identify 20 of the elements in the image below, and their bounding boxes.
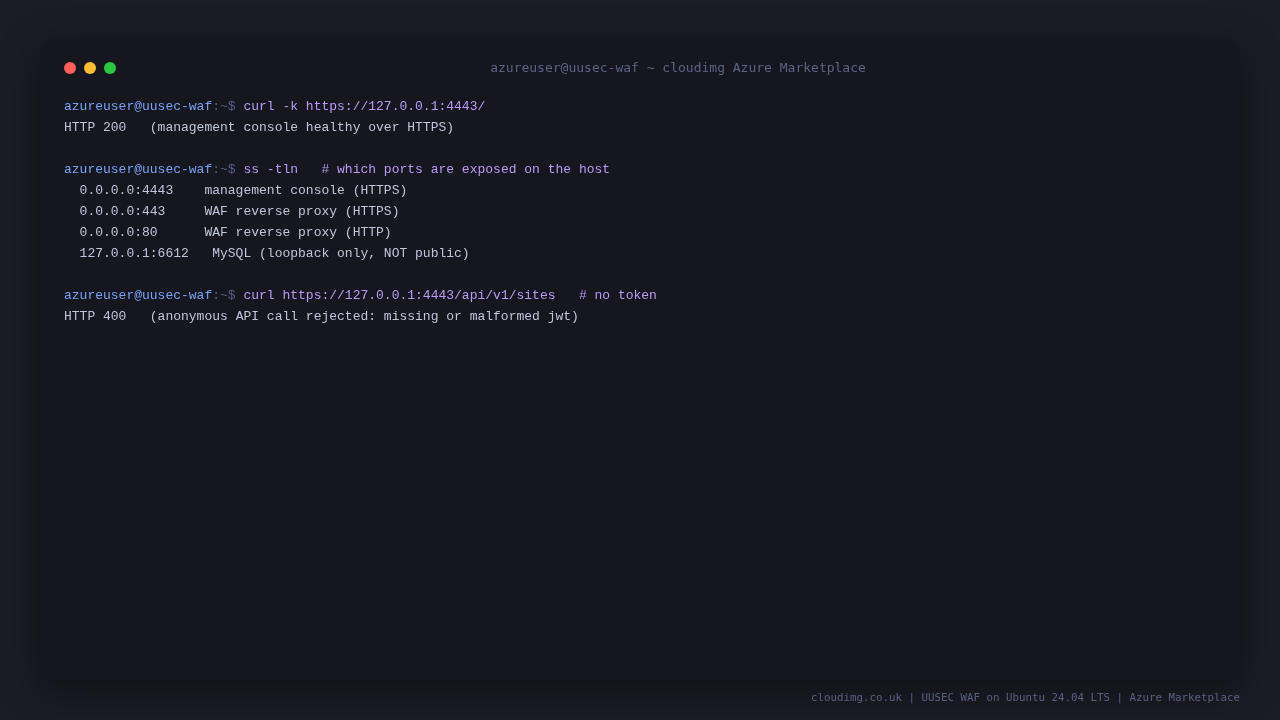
- prompt-user: azureuser@uusec-waf: [64, 287, 213, 305]
- prompt-user: azureuser@uusec-waf: [64, 161, 213, 179]
- output-line: HTTP 400 (anonymous API call rejected: missing or malformed jwt): [64, 308, 579, 326]
- socket-line: 127.0.0.1:6612 MySQL (loopback only, NOT public): [79, 245, 470, 263]
- prompt-path: :~$: [212, 287, 236, 305]
- socket-line: 0.0.0.0:443 WAF reverse proxy (HTTPS): [79, 203, 400, 221]
- prompt-user: azureuser@uusec-waf: [64, 98, 213, 116]
- command-text: curl -k https://127.0.0.1:4443/: [243, 98, 486, 116]
- close-button[interactable]: [64, 62, 76, 74]
- window-title: azureuser@uusec-waf ~ cloudimg Azure Marketplace: [489, 60, 867, 76]
- maximize-button[interactable]: [104, 62, 116, 74]
- footer-text: cloudimg.co.uk | UUSEC WAF on Ubuntu 24.04 LTS | Azure Marketplace: [810, 691, 1240, 705]
- prompt-path: :~$: [212, 98, 236, 116]
- output-line: HTTP 200 (management console healthy over HTTPS): [64, 119, 455, 137]
- minimize-button[interactable]: [84, 62, 96, 74]
- command-text: curl https://127.0.0.1:4443/api/v1/sites # no token: [243, 287, 657, 305]
- command-text: ss -tln # which ports are exposed on the host: [243, 161, 611, 179]
- prompt-path: :~$: [212, 161, 236, 179]
- socket-line: 0.0.0.0:80 WAF reverse proxy (HTTP): [79, 224, 392, 242]
- socket-line: 0.0.0.0:4443 management console (HTTPS): [79, 182, 408, 200]
